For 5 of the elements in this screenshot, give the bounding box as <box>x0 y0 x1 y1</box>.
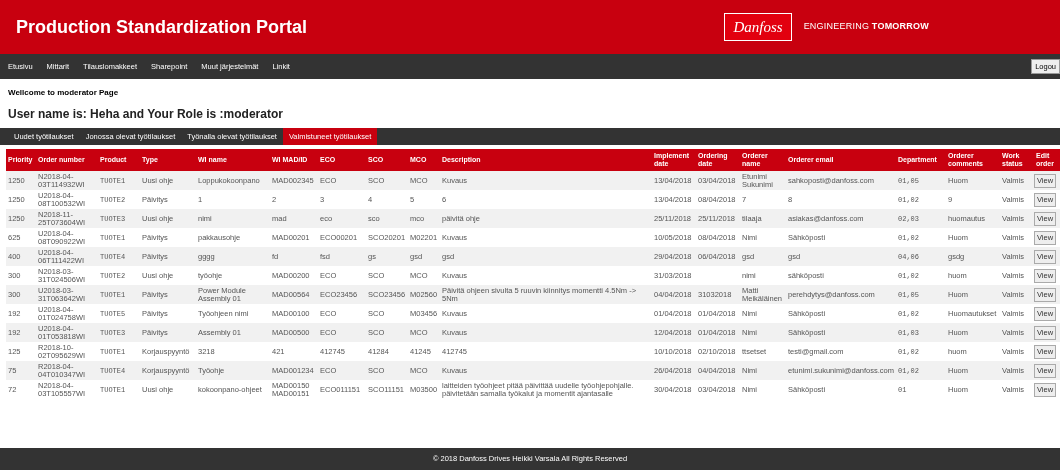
welcome-text: Wellcome to moderator Page <box>8 87 120 99</box>
user-info: User name is: Heha and Your Role is :moderator <box>8 106 284 123</box>
portal-title: Production Standardization Portal <box>16 15 308 39</box>
danfoss-logo: Danfoss <box>724 12 792 42</box>
tagline: ENGINEERING TOMORROW <box>803 20 929 34</box>
